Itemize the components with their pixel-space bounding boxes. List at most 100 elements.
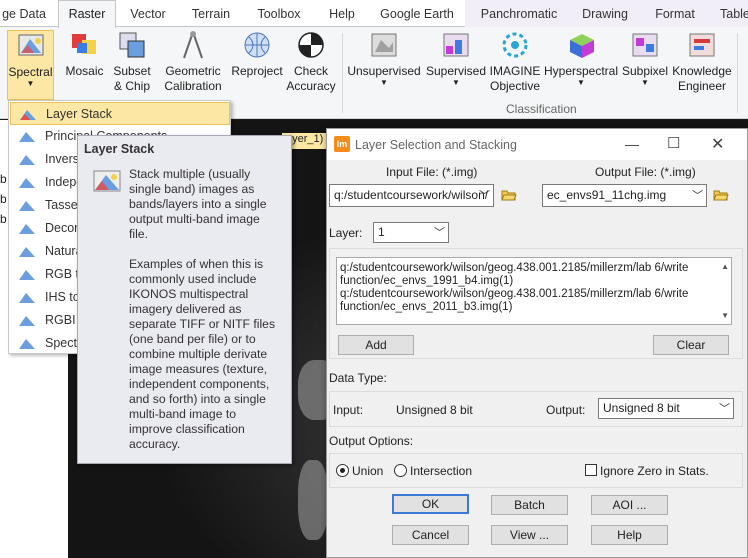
input-type-label: Input: bbox=[333, 403, 364, 417]
chevron-down-icon: ﹀ bbox=[479, 190, 490, 202]
classification-group-label: Classification bbox=[506, 102, 577, 116]
subpixel-button[interactable]: Subpixel ▼ bbox=[620, 30, 670, 87]
subset-icon bbox=[117, 30, 147, 60]
supervised-icon bbox=[441, 30, 471, 60]
tab-drawing[interactable]: Drawing bbox=[579, 4, 631, 27]
subset-chip-button[interactable]: Subset & Chip bbox=[108, 30, 156, 94]
chevron-down-icon: ﹀ bbox=[692, 190, 703, 202]
save-folder-icon[interactable] bbox=[713, 188, 729, 202]
decorrelation-stretch-icon bbox=[19, 224, 35, 234]
rgb-to-ihs-icon bbox=[19, 270, 35, 280]
mosaic-icon bbox=[70, 30, 100, 60]
scroll-up-icon[interactable]: ▲ bbox=[721, 260, 729, 273]
imagine-objective-button[interactable]: IMAGINE Objective bbox=[488, 30, 542, 94]
knowledge-engineer-button[interactable]: Knowledge Engineer bbox=[671, 30, 733, 94]
ignore-zero-checkbox[interactable] bbox=[585, 464, 597, 476]
tab-panchromatic[interactable]: Panchromatic bbox=[475, 4, 563, 27]
side-label: b bbox=[0, 192, 7, 206]
output-file-label: Output File: (*.img) bbox=[595, 165, 696, 179]
chevron-down-icon: ▼ bbox=[26, 79, 35, 88]
tab-raster[interactable]: Raster bbox=[58, 0, 116, 28]
hyperspectral-label: Hyperspectral bbox=[543, 64, 619, 78]
input-file-value: q:/studentcoursework/wilson/ bbox=[334, 188, 489, 202]
spectral-button[interactable]: Spectral ▼ bbox=[7, 30, 54, 100]
geometric-calibration-button[interactable]: Geometric Calibration bbox=[160, 30, 226, 94]
intersection-radio[interactable] bbox=[394, 464, 407, 477]
layer-selection-dialog: Im Layer Selection and Stacking — ☐ ✕ In… bbox=[326, 128, 748, 558]
layer-stack-icon bbox=[93, 170, 121, 192]
layer-stack-tooltip: Layer Stack Stack multiple (usually sing… bbox=[77, 135, 292, 464]
tab-google-earth[interactable]: Google Earth bbox=[378, 4, 456, 27]
minimize-icon[interactable]: — bbox=[625, 136, 639, 152]
geometric-calibration-label: Geometric Calibration bbox=[164, 64, 222, 93]
aoi-button[interactable]: AOI ... bbox=[591, 495, 668, 515]
ignore-zero-label: Ignore Zero in Stats. bbox=[600, 464, 709, 478]
check-accuracy-icon bbox=[296, 30, 326, 60]
view-button[interactable]: View ... bbox=[491, 525, 568, 545]
check-accuracy-button[interactable]: Check Accuracy bbox=[284, 30, 338, 94]
close-icon[interactable]: ✕ bbox=[711, 134, 724, 154]
output-type-select[interactable]: Unsigned 8 bit ﹀ bbox=[598, 398, 734, 419]
tasseled-cap-icon bbox=[19, 201, 35, 211]
output-file-value: ec_envs91_11chg.img bbox=[547, 188, 667, 202]
layer-select[interactable]: 1 ﹀ bbox=[373, 222, 449, 243]
output-type-label: Output: bbox=[546, 403, 586, 417]
check-accuracy-label: Check Accuracy bbox=[286, 64, 336, 93]
supervised-button[interactable]: Supervised ▼ bbox=[425, 30, 487, 87]
knowledge-engineer-label: Knowledge Engineer bbox=[672, 64, 732, 93]
input-file-combo[interactable]: q:/studentcoursework/wilson/ ﹀ bbox=[329, 184, 494, 207]
input-file-label: Input File: (*.img) bbox=[386, 165, 478, 179]
image-texture bbox=[298, 460, 328, 540]
batch-button[interactable]: Batch bbox=[491, 495, 568, 515]
tab-table[interactable]: Table bbox=[720, 4, 748, 27]
union-radio[interactable] bbox=[336, 464, 349, 477]
output-type-value: Unsigned 8 bit bbox=[603, 401, 680, 415]
imagine-objective-label: IMAGINE Objective bbox=[489, 64, 541, 93]
open-folder-icon[interactable] bbox=[501, 188, 517, 202]
side-label: b bbox=[0, 212, 7, 226]
input-type-value: Unsigned 8 bit bbox=[396, 403, 473, 417]
clear-button[interactable]: Clear bbox=[653, 335, 729, 355]
tab-vector[interactable]: Vector bbox=[124, 4, 172, 27]
hyperspectral-button[interactable]: Hyperspectral ▼ bbox=[543, 30, 619, 87]
spectral-profile-icon bbox=[19, 339, 35, 349]
reproject-button[interactable]: Reproject bbox=[229, 30, 285, 79]
mosaic-button[interactable]: Mosaic bbox=[62, 30, 107, 79]
knowledge-engineer-icon bbox=[687, 30, 717, 60]
ok-button[interactable]: OK bbox=[392, 494, 469, 514]
chevron-down-icon: ▼ bbox=[380, 78, 388, 87]
tab-manage-data[interactable]: ge Data bbox=[0, 4, 48, 27]
intersection-label: Intersection bbox=[410, 464, 473, 478]
layer-stack-icon bbox=[20, 110, 36, 120]
unsupervised-label: Unsupervised bbox=[347, 64, 421, 78]
ihs-to-rgb-icon bbox=[19, 293, 35, 303]
dialog-titlebar[interactable]: Im Layer Selection and Stacking — ☐ ✕ bbox=[327, 129, 747, 160]
reproject-label: Reproject bbox=[231, 64, 283, 78]
cancel-button[interactable]: Cancel bbox=[392, 525, 469, 545]
hyperspectral-icon bbox=[566, 30, 596, 60]
tab-toolbox[interactable]: Toolbox bbox=[251, 4, 307, 27]
menu-item-layer-stack[interactable]: Layer Stack bbox=[10, 102, 230, 125]
unsupervised-button[interactable]: Unsupervised ▼ bbox=[346, 30, 422, 87]
chevron-down-icon: ▼ bbox=[641, 78, 649, 87]
output-file-combo[interactable]: ec_envs91_11chg.img ﹀ bbox=[542, 184, 707, 207]
tab-terrain[interactable]: Terrain bbox=[185, 4, 237, 27]
add-button[interactable]: Add bbox=[338, 335, 414, 355]
side-label: b bbox=[0, 172, 7, 186]
maximize-icon[interactable]: ☐ bbox=[667, 134, 680, 152]
menu-item-label: Layer Stack bbox=[46, 107, 113, 121]
scroll-down-icon[interactable]: ▼ bbox=[721, 309, 729, 322]
chevron-down-icon: ﹀ bbox=[434, 227, 445, 239]
layer-value: 1 bbox=[378, 225, 385, 239]
layer-list-line: q:/studentcoursework/wilson/geog.438.001… bbox=[340, 262, 689, 274]
layer-list[interactable]: q:/studentcoursework/wilson/geog.438.001… bbox=[336, 257, 732, 325]
help-button[interactable]: Help bbox=[591, 525, 668, 545]
tab-help[interactable]: Help bbox=[323, 4, 361, 27]
tab-format[interactable]: Format bbox=[650, 4, 700, 27]
layer-list-line: q:/studentcoursework/wilson/geog.438.001… bbox=[340, 288, 689, 300]
chevron-down-icon: ▼ bbox=[577, 78, 585, 87]
unsupervised-icon bbox=[369, 30, 399, 60]
chevron-down-icon: ▼ bbox=[452, 78, 460, 87]
app-icon: Im bbox=[334, 136, 350, 152]
spectral-label: Spectral bbox=[8, 65, 53, 79]
